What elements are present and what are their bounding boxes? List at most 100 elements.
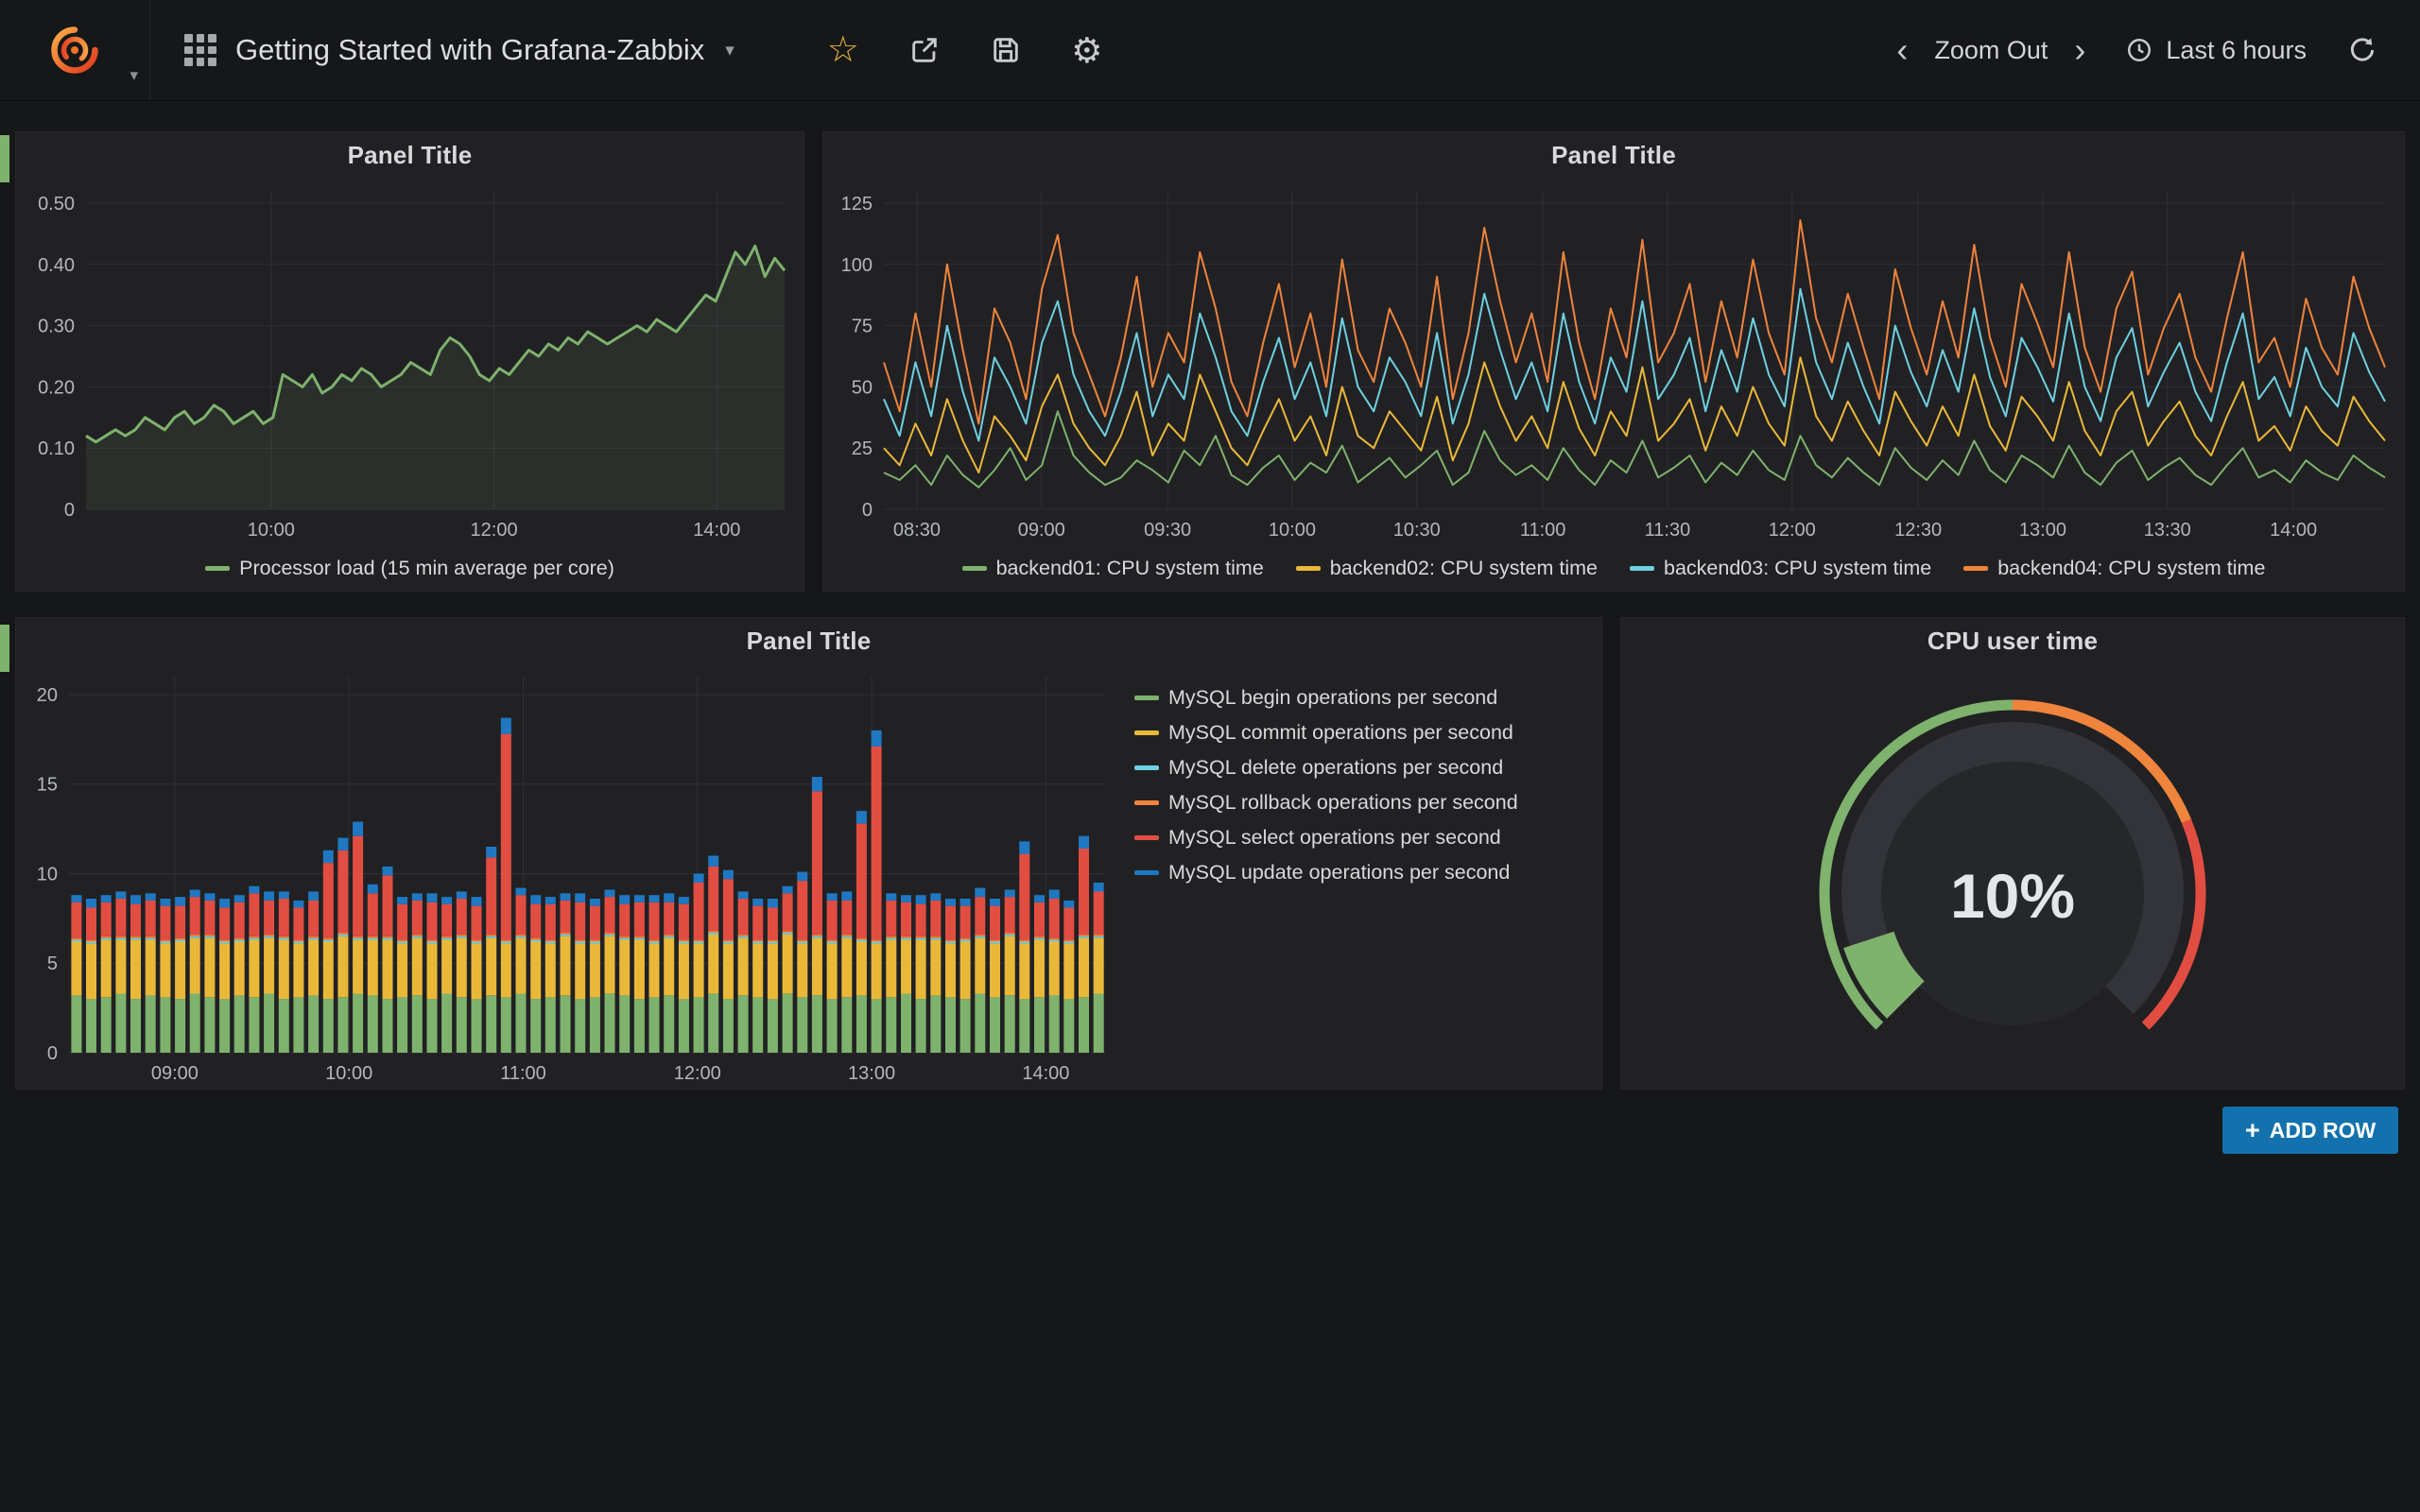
svg-text:10:00: 10:00 — [325, 1063, 372, 1084]
legend-swatch-icon — [1134, 870, 1159, 875]
svg-text:13:00: 13:00 — [848, 1063, 895, 1084]
time-range-label: Last 6 hours — [2166, 36, 2307, 65]
svg-text:0.10: 0.10 — [38, 438, 75, 459]
svg-text:0: 0 — [47, 1043, 58, 1064]
refresh-button[interactable] — [2344, 32, 2380, 68]
legend-item[interactable]: MySQL delete operations per second — [1134, 756, 1503, 780]
legend-item[interactable]: backend04: CPU system time — [1963, 557, 2265, 580]
panel-title[interactable]: Panel Title — [823, 132, 2404, 178]
refresh-icon — [2347, 35, 2377, 65]
row-collapse-handle[interactable] — [0, 135, 9, 182]
time-back-button[interactable]: ‹ — [1893, 33, 1911, 67]
legend-swatch-icon — [1134, 800, 1159, 805]
svg-text:08:30: 08:30 — [893, 520, 941, 541]
legend-item[interactable]: MySQL commit operations per second — [1134, 721, 1513, 745]
chart-area: 10:0012:0014:0000.100.200.300.400.50 — [16, 178, 804, 545]
panel-title[interactable]: Panel Title — [16, 618, 1601, 663]
svg-text:10:00: 10:00 — [1269, 520, 1316, 541]
svg-text:25: 25 — [852, 438, 873, 459]
svg-text:09:00: 09:00 — [1018, 520, 1065, 541]
svg-text:10:30: 10:30 — [1393, 520, 1441, 541]
dashboard-title-button[interactable]: Getting Started with Grafana-Zabbix ▾ — [184, 33, 735, 67]
panel-cpu-system-time: Panel Title 08:30 09:00 09:30 10:00 10:30 11:… — [822, 131, 2405, 592]
svg-text:10%: 10% — [1950, 861, 2075, 931]
cpu-user-time-gauge[interactable]: 10% — [1621, 663, 2404, 1089]
legend-item[interactable]: MySQL select operations per second — [1134, 826, 1501, 850]
save-button[interactable] — [988, 32, 1024, 68]
add-row-button[interactable]: + ADD ROW — [2222, 1107, 2398, 1154]
time-forward-button[interactable]: › — [2070, 33, 2089, 67]
legend-swatch-icon — [1134, 765, 1159, 770]
legend: Processor load (15 min average per core) — [16, 545, 804, 591]
legend-item[interactable]: Processor load (15 min average per core) — [205, 557, 614, 580]
panel-title[interactable]: CPU user time — [1621, 618, 2404, 663]
svg-text:10: 10 — [37, 864, 58, 885]
chart-area: 08:3009:0009:3010:0010:3011:0011:3012:00… — [823, 178, 2404, 545]
svg-text:0.50: 0.50 — [38, 194, 75, 215]
mysql-operations-chart[interactable]: 09:0010:0011:0012:0013:0014:0005101520 — [16, 663, 1129, 1089]
legend-label: backend04: CPU system time — [1997, 557, 2265, 580]
svg-text:13:00: 13:00 — [2019, 520, 2066, 541]
settings-button[interactable]: ⚙ — [1069, 32, 1105, 68]
chart-area: 10% — [1621, 663, 2404, 1089]
svg-text:0.40: 0.40 — [38, 255, 75, 276]
legend-item[interactable]: backend01: CPU system time — [962, 557, 1264, 580]
chart-body: 09:0010:0011:0012:0013:0014:0005101520 M… — [16, 663, 1601, 1089]
add-row-label: ADD ROW — [2270, 1118, 2376, 1143]
share-button[interactable] — [907, 32, 942, 68]
legend-label: MySQL commit operations per second — [1168, 721, 1513, 745]
panel-title[interactable]: Panel Title — [16, 132, 804, 178]
legend-label: backend03: CPU system time — [1664, 557, 1931, 580]
panel-mysql-operations: Panel Title 09:00 10:00 11:00 12:00 13:00 14:… — [15, 617, 1602, 1090]
time-range-picker[interactable]: Last 6 hours — [2125, 36, 2307, 65]
plus-icon: + — [2245, 1118, 2260, 1143]
legend-swatch-icon — [1630, 566, 1654, 571]
legend-item[interactable]: MySQL update operations per second — [1134, 861, 1510, 885]
legend-label: MySQL select operations per second — [1168, 826, 1501, 850]
svg-text:09:30: 09:30 — [1144, 520, 1191, 541]
star-button[interactable]: ☆ — [825, 32, 861, 68]
svg-text:12:00: 12:00 — [471, 520, 518, 541]
legend-label: Processor load (15 min average per core) — [239, 557, 614, 580]
svg-text:12:00: 12:00 — [674, 1063, 721, 1084]
row-collapse-handle[interactable] — [0, 625, 9, 672]
svg-text:50: 50 — [852, 377, 873, 398]
title-caret-icon: ▾ — [725, 40, 735, 61]
zoom-out-button[interactable]: Zoom Out — [1934, 36, 2048, 65]
grafana-logo-button[interactable]: ▾ — [0, 0, 150, 100]
svg-text:12:30: 12:30 — [1894, 520, 1942, 541]
legend-label: backend01: CPU system time — [996, 557, 1264, 580]
legend-item[interactable]: backend02: CPU system time — [1296, 557, 1598, 580]
legend-item[interactable]: backend03: CPU system time — [1630, 557, 1931, 580]
svg-text:09:00: 09:00 — [151, 1063, 199, 1084]
svg-text:11:00: 11:00 — [500, 1063, 546, 1084]
legend-item[interactable]: MySQL begin operations per second — [1134, 686, 1497, 710]
legend-label: MySQL rollback operations per second — [1168, 791, 1518, 815]
legend-swatch-icon — [962, 566, 987, 571]
legend-swatch-icon — [1296, 566, 1321, 571]
legend-label: backend02: CPU system time — [1330, 557, 1598, 580]
panel-cpu-user-time: CPU user time 10% — [1620, 617, 2405, 1090]
processor-load-chart[interactable]: 10:0012:0014:0000.100.200.300.400.50 — [16, 178, 804, 545]
navbar-actions: ☆ ⚙ — [825, 32, 1105, 68]
legend-swatch-icon — [205, 566, 230, 571]
svg-text:11:00: 11:00 — [1520, 520, 1566, 541]
cpu-system-time-chart[interactable]: 08:3009:0009:3010:0010:3011:0011:3012:00… — [823, 178, 2404, 545]
legend: MySQL begin operations per second MySQL c… — [1129, 663, 1601, 1089]
dashboard-title: Getting Started with Grafana-Zabbix — [235, 33, 704, 67]
svg-text:14:00: 14:00 — [693, 520, 740, 541]
legend-swatch-icon — [1963, 566, 1988, 571]
svg-text:20: 20 — [37, 685, 58, 706]
svg-text:14:00: 14:00 — [2270, 520, 2317, 541]
svg-text:10:00: 10:00 — [248, 520, 295, 541]
save-icon — [990, 34, 1022, 66]
legend-label: MySQL delete operations per second — [1168, 756, 1503, 780]
svg-text:11:30: 11:30 — [1645, 520, 1691, 541]
time-controls: ‹ Zoom Out › Last 6 hours — [1893, 32, 2380, 68]
legend-item[interactable]: MySQL rollback operations per second — [1134, 791, 1518, 815]
grafana-flame-icon — [51, 26, 98, 74]
svg-text:0.30: 0.30 — [38, 317, 75, 337]
svg-text:13:30: 13:30 — [2144, 520, 2191, 541]
legend: backend01: CPU system time backend02: CPU… — [823, 545, 2404, 591]
svg-text:14:00: 14:00 — [1022, 1063, 1069, 1084]
